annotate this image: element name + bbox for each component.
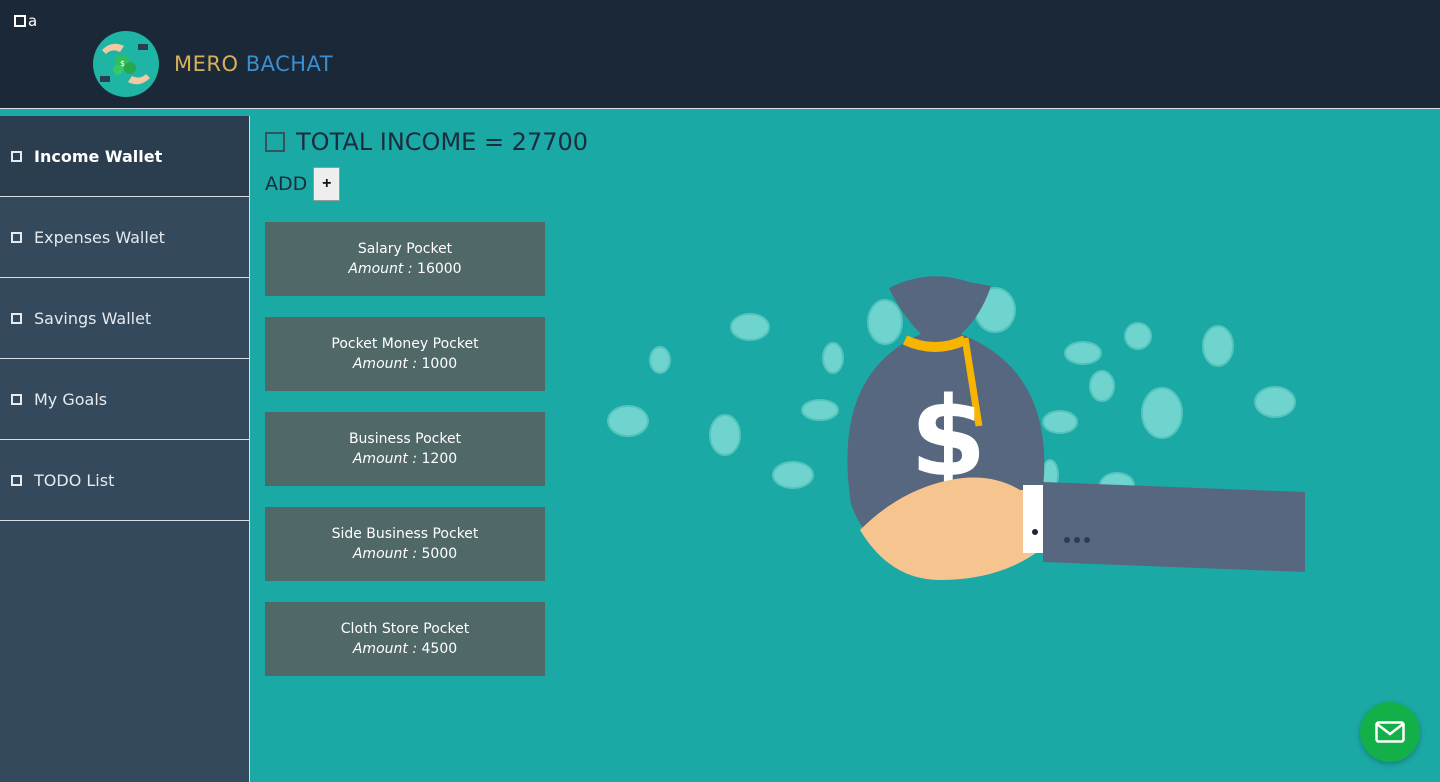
sidebar-item-income-wallet[interactable]: Income Wallet: [0, 116, 249, 197]
square-icon: [11, 231, 22, 243]
pocket-amount: 16000: [417, 261, 462, 277]
svg-text:$: $: [120, 59, 125, 68]
pocket-amount-row: Amount : 4500: [265, 641, 545, 657]
add-row: ADD +: [265, 167, 341, 201]
mail-button[interactable]: [1360, 702, 1420, 762]
pocket-name: Business Pocket: [348, 431, 462, 447]
mail-icon: [1375, 721, 1405, 743]
add-pocket-button[interactable]: +: [313, 167, 341, 201]
pocket-amount-row: Amount : 1200: [265, 451, 545, 467]
square-icon: [11, 393, 22, 405]
pocket-amount-label: Amount :: [352, 451, 418, 467]
brand-name: MERO BACHAT: [174, 52, 333, 76]
pocket-amount-label: Amount :: [352, 356, 418, 372]
top-bar: a $ MERO BACHAT: [0, 0, 1440, 109]
brand-name-part2: BACHAT: [245, 52, 334, 76]
pocket-amount-label: Amount :: [352, 641, 418, 657]
pocket-amount: 5000: [421, 546, 458, 562]
sidebar-item-label: Savings Wallet: [34, 308, 152, 328]
money-hands-logo-icon: $: [93, 31, 159, 97]
sidebar-item-label: My Goals: [34, 389, 108, 409]
main-content: TOTAL INCOME = 27700 ADD + Salary Pocket…: [250, 110, 1440, 782]
pocket-amount: 1000: [421, 356, 458, 372]
pocket-name: Side Business Pocket: [331, 526, 479, 542]
sidebar-item-todo-list[interactable]: TODO List: [0, 440, 249, 521]
square-icon: [11, 312, 22, 324]
sidebar: Income Wallet Expenses Wallet Savings Wa…: [0, 116, 250, 782]
pocket-amount-row: Amount : 16000: [265, 261, 545, 277]
menu-toggle[interactable]: a: [14, 12, 37, 30]
pocket-name: Salary Pocket: [357, 241, 453, 257]
add-label: ADD: [265, 173, 308, 195]
pocket-card[interactable]: Salary Pocket Amount : 16000: [265, 222, 545, 296]
pocket-card[interactable]: Business Pocket Amount : 1200: [265, 412, 545, 486]
pocket-name: Pocket Money Pocket: [331, 336, 479, 352]
pocket-list: Salary Pocket Amount : 16000 Pocket Mone…: [265, 222, 545, 697]
total-income-heading: TOTAL INCOME = 27700: [265, 128, 588, 156]
sidebar-item-expenses-wallet[interactable]: Expenses Wallet: [0, 197, 249, 278]
square-icon: [265, 132, 285, 152]
sidebar-item-label: Income Wallet: [34, 146, 163, 166]
pocket-amount-row: Amount : 5000: [265, 546, 545, 562]
pocket-card[interactable]: Side Business Pocket Amount : 5000: [265, 507, 545, 581]
brand-logo[interactable]: $ MERO BACHAT: [92, 30, 333, 98]
sidebar-item-my-goals[interactable]: My Goals: [0, 359, 249, 440]
square-icon: [11, 150, 22, 162]
total-income-text: TOTAL INCOME = 27700: [296, 128, 589, 156]
sidebar-item-savings-wallet[interactable]: Savings Wallet: [0, 278, 249, 359]
menu-toggle-label: a: [28, 12, 38, 30]
pocket-amount: 1200: [421, 451, 458, 467]
money-bag-illustration: $: [607, 276, 1305, 580]
square-icon: [11, 474, 22, 486]
square-icon: [14, 15, 26, 27]
pocket-amount-label: Amount :: [352, 546, 418, 562]
pocket-card[interactable]: Cloth Store Pocket Amount : 4500: [265, 602, 545, 676]
pocket-card[interactable]: Pocket Money Pocket Amount : 1000: [265, 317, 545, 391]
sidebar-item-label: TODO List: [34, 470, 115, 490]
brand-name-part1: MERO: [174, 52, 239, 76]
pocket-name: Cloth Store Pocket: [340, 621, 470, 637]
pocket-amount-row: Amount : 1000: [265, 356, 545, 372]
pocket-amount: 4500: [421, 641, 458, 657]
pocket-amount-label: Amount :: [348, 261, 413, 277]
sidebar-item-label: Expenses Wallet: [34, 227, 165, 247]
